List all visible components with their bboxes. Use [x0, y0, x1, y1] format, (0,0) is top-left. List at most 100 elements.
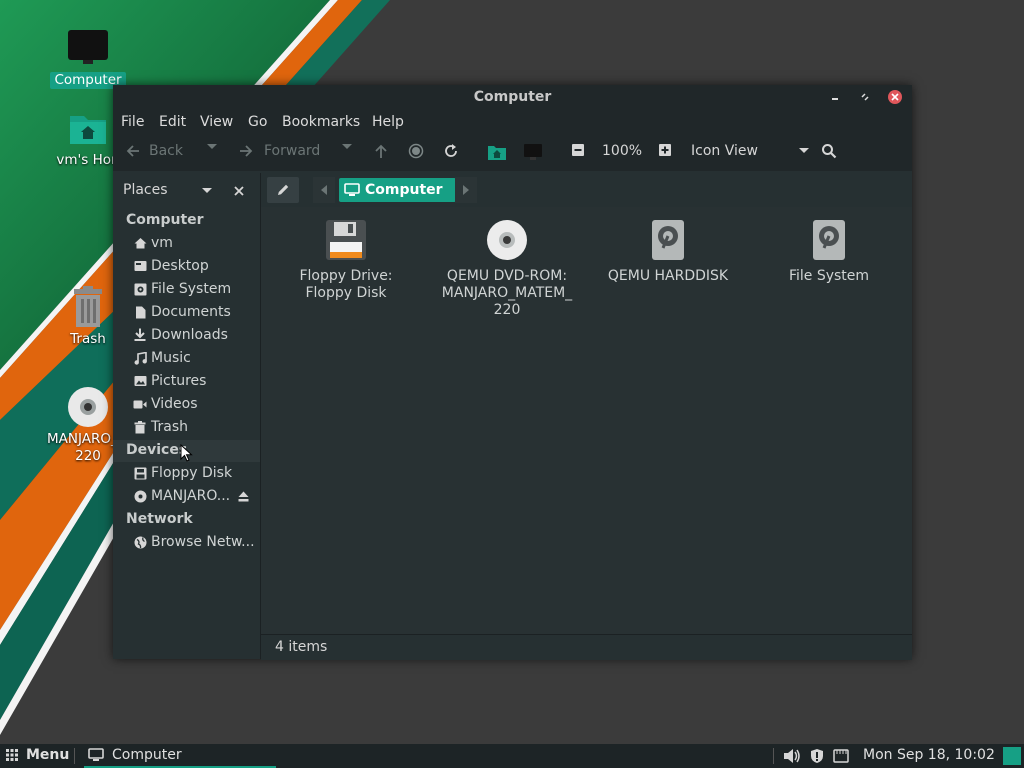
search-button[interactable]	[821, 143, 837, 159]
close-sidebar-icon[interactable]	[234, 186, 244, 196]
path-segment-label: Computer	[365, 182, 443, 198]
music-icon	[134, 351, 147, 365]
sidebar-item-documents[interactable]: Documents	[133, 302, 231, 322]
sidebar-item-file-system[interactable]: File System	[133, 279, 231, 299]
file-item-harddisk[interactable]: QEMU HARDDISK	[598, 215, 738, 285]
path-bar: Computer	[261, 173, 912, 207]
computer-icon	[68, 30, 108, 64]
forward-button[interactable]: Forward	[238, 143, 320, 159]
video-icon	[133, 400, 147, 408]
sidebar-item-pictures[interactable]: Pictures	[133, 371, 206, 391]
back-label: Back	[149, 143, 183, 159]
sidebar-item-label: Trash	[151, 419, 188, 435]
toolbar: Back Forward 100% Icon View	[113, 135, 912, 171]
chevron-down-icon	[342, 144, 352, 149]
menu-edit[interactable]: Edit	[159, 114, 186, 130]
zoom-in-button[interactable]	[658, 143, 672, 157]
title-bar[interactable]: Computer	[113, 85, 912, 109]
chevron-left-icon	[321, 185, 327, 195]
task-button-computer[interactable]: Computer	[84, 744, 276, 768]
sidebar-item-desktop[interactable]: Desktop	[133, 256, 209, 276]
taskbar-separator	[74, 748, 75, 764]
sidebar-item-label: Pictures	[151, 373, 207, 389]
menu-button-label: Menu	[26, 747, 70, 763]
icon-view: Floppy Drive: Floppy Disk QEMU DVD-ROM: …	[261, 207, 912, 634]
menu-button[interactable]: Menu	[6, 747, 69, 763]
minimize-button[interactable]	[827, 89, 843, 105]
zoom-out-button[interactable]	[571, 143, 585, 157]
drive-icon	[134, 283, 146, 295]
volume-icon[interactable]	[783, 748, 801, 764]
arrow-right-icon	[240, 145, 253, 157]
workspace-switcher[interactable]	[1003, 747, 1021, 765]
back-button[interactable]: Back	[125, 143, 183, 159]
network-wired-icon[interactable]	[833, 749, 849, 763]
minimize-icon	[832, 98, 838, 100]
file-item-dvd-rom[interactable]: QEMU DVD-ROM: MANJARO_MATEM_ 220	[437, 215, 577, 319]
path-segment-computer[interactable]: Computer	[339, 178, 456, 202]
menu-bookmarks[interactable]: Bookmarks	[282, 114, 360, 130]
menu-help[interactable]: Help	[372, 114, 404, 130]
menu-view[interactable]: View	[200, 114, 233, 130]
edit-location-button[interactable]	[267, 177, 299, 203]
computer-icon	[344, 183, 360, 196]
sidebar-item-floppy[interactable]: Floppy Disk	[133, 463, 232, 483]
file-item-floppy-drive[interactable]: Floppy Drive: Floppy Disk	[276, 215, 416, 302]
file-item-label-line2: Floppy Disk	[305, 285, 387, 301]
sidebar-item-label: File System	[151, 281, 232, 297]
sidebar-item-label: Floppy Disk	[151, 465, 233, 481]
reload-button[interactable]	[443, 143, 459, 159]
reload-icon	[445, 144, 457, 157]
file-item-label-line1: QEMU DVD-ROM:	[446, 268, 568, 284]
sidebar-item-videos[interactable]: Videos	[133, 394, 198, 414]
sidebar-item-label: Downloads	[151, 327, 228, 343]
sidebar-item-label: vm	[151, 235, 173, 251]
sidebar-item-music[interactable]: Music	[133, 348, 191, 368]
sidebar-item-downloads[interactable]: Downloads	[133, 325, 228, 345]
computer-icon	[88, 748, 104, 761]
sidebar-item-browse-network[interactable]: Browse Netw...	[133, 532, 255, 552]
places-sidebar: Computer vm Desktop File System Document…	[113, 207, 260, 659]
trash-icon	[74, 286, 102, 327]
document-icon	[135, 306, 145, 318]
chevron-down-icon	[207, 144, 217, 149]
view-mode-select[interactable]: Icon View	[691, 143, 810, 159]
taskbar: Menu Computer Mon Sep 18, 10:02	[0, 744, 1024, 768]
close-icon	[888, 90, 902, 104]
desktop-icon-label-line2: 220	[75, 448, 101, 464]
window-title: Computer	[473, 89, 552, 105]
back-history-dropdown[interactable]	[206, 143, 218, 151]
search-icon	[822, 144, 837, 159]
file-item-file-system[interactable]: File System	[759, 215, 899, 285]
computer-icon	[524, 144, 542, 160]
eject-icon[interactable]	[238, 491, 249, 502]
status-bar: 4 items	[261, 634, 912, 660]
stop-button[interactable]	[408, 143, 424, 159]
home-folder-button[interactable]	[487, 143, 507, 161]
status-text: 4 items	[275, 639, 328, 655]
chevron-right-icon	[463, 185, 469, 195]
sidebar-item-label: Browse Netw...	[151, 534, 255, 550]
close-button[interactable]	[887, 89, 903, 105]
shield-update-icon[interactable]	[810, 748, 824, 764]
sidebar-header: Places	[113, 173, 260, 207]
sidebar-item-manjaro-disc[interactable]: MANJARO...	[133, 486, 230, 506]
dvd-rom-icon	[487, 220, 527, 260]
path-scroll-left-button[interactable]	[313, 177, 335, 203]
up-button[interactable]	[374, 143, 388, 159]
menu-file[interactable]: File	[121, 114, 144, 130]
chevron-down-icon[interactable]	[201, 187, 213, 195]
desktop-icon-computer[interactable]: Computer	[43, 26, 133, 89]
computer-button[interactable]	[523, 143, 543, 161]
sidebar-item-trash[interactable]: Trash	[133, 417, 188, 437]
sidebar-item-vm[interactable]: vm	[133, 233, 173, 253]
maximize-button[interactable]	[857, 89, 873, 105]
file-item-label-line1: Floppy Drive:	[299, 268, 393, 284]
sidebar-section-computer: Computer	[126, 212, 204, 228]
menu-go[interactable]: Go	[248, 114, 267, 130]
clock[interactable]: Mon Sep 18, 10:02	[863, 747, 995, 763]
sidebar-item-label: Desktop	[151, 258, 209, 274]
zoom-level: 100%	[602, 143, 643, 159]
path-scroll-right-button[interactable]	[455, 177, 477, 203]
forward-history-dropdown[interactable]	[341, 143, 353, 151]
